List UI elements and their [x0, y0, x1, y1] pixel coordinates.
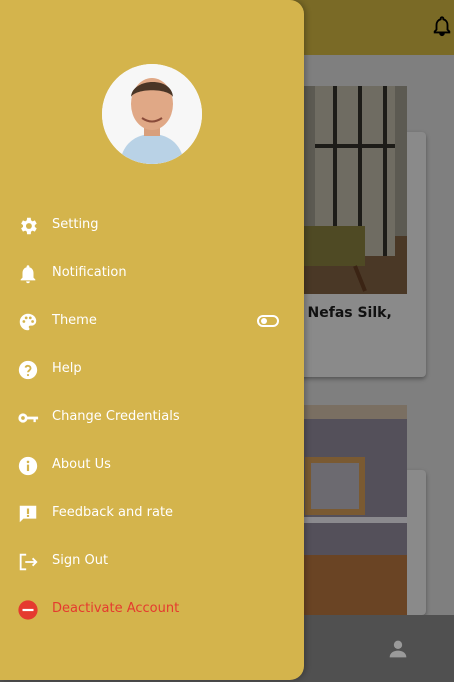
- menu-item-label: Change Credentials: [52, 409, 180, 424]
- menu-item-change-credentials[interactable]: Change Credentials: [0, 398, 304, 438]
- menu-item-label: Feedback and rate: [52, 505, 174, 520]
- avatar[interactable]: [102, 64, 202, 164]
- sign-out-icon: [19, 553, 38, 571]
- menu-item-label: About Us: [52, 457, 111, 472]
- menu-item-label: Notification: [52, 265, 127, 280]
- bell-icon: [20, 265, 36, 284]
- menu-item-label: Setting: [52, 217, 99, 232]
- info-icon: [18, 456, 38, 476]
- property-location-text: f, Nefas Silk,: [292, 305, 392, 321]
- menu-item-theme[interactable]: Theme: [0, 302, 304, 342]
- feedback-icon: [19, 505, 37, 523]
- menu-item-label: Theme: [52, 313, 97, 328]
- menu-item-setting[interactable]: Setting: [0, 206, 304, 246]
- menu-item-feedback[interactable]: Feedback and rate: [0, 494, 304, 534]
- menu-item-notification[interactable]: Notification: [0, 254, 304, 294]
- menu-item-label: Help: [52, 361, 82, 376]
- menu-item-about-us[interactable]: About Us: [0, 446, 304, 486]
- deactivate-icon: [18, 600, 38, 620]
- menu-item-label: Deactivate Account: [52, 601, 180, 616]
- theme-toggle[interactable]: [257, 315, 279, 327]
- menu-item-sign-out[interactable]: Sign Out: [0, 542, 304, 582]
- palette-icon: [19, 313, 37, 331]
- key-icon: [18, 413, 39, 423]
- menu-item-deactivate-account[interactable]: Deactivate Account: [0, 590, 304, 630]
- gear-icon: [21, 217, 37, 235]
- menu-item-label: Sign Out: [52, 553, 109, 568]
- person-icon[interactable]: [388, 639, 408, 659]
- navigation-drawer: Setting Notification Theme Help Change C…: [0, 0, 304, 680]
- bell-icon[interactable]: [431, 14, 453, 38]
- menu-item-help[interactable]: Help: [0, 350, 304, 390]
- help-icon: [18, 360, 38, 380]
